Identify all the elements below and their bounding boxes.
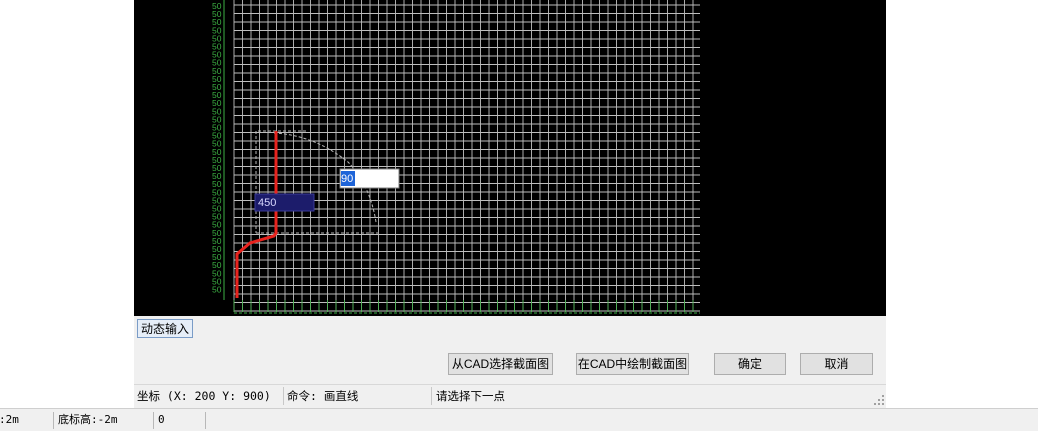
- status-divider: [431, 387, 432, 405]
- resize-grip-icon[interactable]: [874, 395, 884, 405]
- grid-lines: [233, 0, 700, 312]
- coordinates-readout: 坐标 (X: 200 Y: 900): [137, 389, 271, 403]
- cad-drawing-canvas[interactable]: 50 50 50 50 50 50 50 50 50 50 50 50 50 50 50 50 50 50 50 50…: [134, 0, 886, 316]
- dialog-status-bar: 坐标 (X: 200 Y: 900) 命令: 画直线 请选择下一点: [134, 384, 886, 407]
- drawing-grid: [233, 0, 700, 312]
- current-command: 命令: 画直线: [287, 389, 359, 403]
- angle-input-value[interactable]: 90: [341, 173, 353, 185]
- height-field: 高:2m: [0, 413, 19, 426]
- ruler-label: 50: [212, 285, 222, 295]
- draw-in-cad-button[interactable]: 在CAD中绘制截面图: [576, 353, 689, 375]
- main-status-bar: 高:2m 底标高:-2m 0: [0, 408, 1038, 431]
- status-divider: [53, 412, 54, 429]
- dynamic-input-toggle[interactable]: 动态输入: [137, 319, 193, 338]
- status-divider: [153, 412, 154, 429]
- bottom-elevation-field: 底标高:-2m: [58, 413, 118, 426]
- left-ruler: 5050505050505050505050505050505050505050…: [212, 0, 225, 300]
- section-editor-dialog: 50 50 50 50 50 50 50 50 50 50 50 50 50 50 50 50 50 50 50 50…: [134, 0, 886, 408]
- cancel-button[interactable]: 取消: [800, 353, 873, 375]
- value-field: 0: [158, 413, 165, 426]
- cad-drawing-area[interactable]: 5050505050505050505050505050505050505050…: [134, 0, 886, 316]
- status-divider: [283, 387, 284, 405]
- select-from-cad-button[interactable]: 从CAD选择截面图: [448, 353, 553, 375]
- length-tooltip-text: 450: [258, 197, 276, 209]
- command-prompt: 请选择下一点: [436, 389, 505, 403]
- ok-button[interactable]: 确定: [714, 353, 786, 375]
- status-divider: [205, 412, 206, 429]
